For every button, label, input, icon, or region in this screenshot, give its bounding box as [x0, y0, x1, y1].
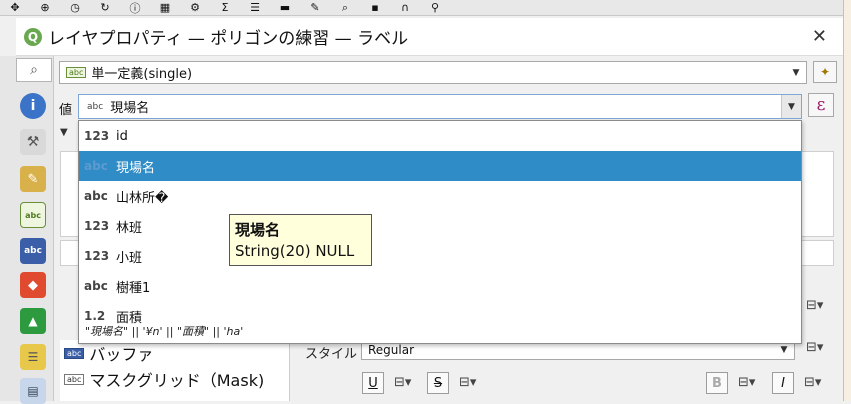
list-item[interactable]: abc 樹種1: [79, 271, 801, 301]
strikeout-button[interactable]: S: [427, 372, 449, 394]
chevron-down-icon: ▼: [792, 67, 800, 78]
value-label: 値: [59, 103, 73, 118]
qgis-logo-icon: Q: [24, 27, 42, 46]
list-item[interactable]: abc 現場名: [79, 151, 801, 181]
field-type-badge: abc: [87, 101, 104, 112]
refresh-icon[interactable]: ↻: [96, 1, 114, 15]
mask-icon: abc: [64, 373, 85, 385]
search-icon[interactable]: ⌕: [336, 1, 354, 15]
search-icon: ⌕: [30, 62, 38, 78]
field-type-label: 123: [84, 129, 110, 143]
list-item[interactable]: 123 林班: [79, 211, 801, 241]
field-name: 山林所�: [116, 190, 169, 206]
field-type-label: 123: [84, 249, 110, 263]
expression-list-item[interactable]: "現場名" || '¥n' || "面積" || 'ha': [79, 319, 801, 343]
sidebar-search[interactable]: ⌕: [16, 58, 52, 82]
labels-mode-combo[interactable]: abc 単一定義(single) ▼: [59, 61, 807, 84]
data-defined-override-icon[interactable]: ⊟▾: [394, 375, 411, 390]
field-type-label: abc: [84, 189, 108, 203]
main-toolbar: ✥ ⊕ ◷ ↻ ⓘ ▦ ⚙ Σ ☰ ▬ ✎ ⌕ ▪ ∩ ⚲: [0, 0, 851, 16]
symbol-settings-button[interactable]: ✦: [813, 61, 837, 83]
field-type-label: 123: [84, 219, 110, 233]
style-label: スタイル: [305, 347, 358, 362]
label-field-combo[interactable]: abc 現場名 ▼: [78, 94, 802, 119]
node-icon[interactable]: ⚲: [426, 1, 444, 15]
magnet-icon[interactable]: ∩: [396, 1, 414, 15]
buffer-icon: abc: [64, 347, 85, 359]
list-item-label: バッファ: [89, 345, 154, 364]
underline-button[interactable]: U: [362, 372, 384, 394]
field-type-label: abc: [84, 159, 108, 173]
collapse-triangle-icon[interactable]: ▼: [60, 127, 68, 138]
list-item[interactable]: 123 id: [79, 121, 801, 151]
data-defined-override-icon[interactable]: ⊟▾: [804, 375, 821, 390]
italic-button[interactable]: I: [772, 372, 794, 394]
identify-icon[interactable]: ⓘ: [126, 1, 144, 15]
labels-mode-value: 単一定義(single): [91, 67, 193, 82]
labels-mode-badge: abc: [66, 67, 87, 78]
tooltip-field-name: 現場名: [235, 221, 281, 239]
sigma-icon[interactable]: Σ: [216, 1, 234, 15]
data-defined-override-icon[interactable]: ⊟▾: [806, 298, 823, 313]
field-name: 小班: [116, 250, 143, 266]
diagrams-icon[interactable]: ▲: [20, 308, 46, 334]
annotation-icon[interactable]: ✎: [306, 1, 324, 15]
label-settings-list: abc バッファ abc マスクグリッド（Mask): [60, 340, 290, 401]
list-item[interactable]: abc マスクグリッド（Mask): [60, 366, 289, 392]
attribute-table-icon[interactable]: ☰: [246, 1, 264, 15]
data-defined-override-icon[interactable]: ⊟▾: [806, 340, 823, 355]
attributes-form-icon[interactable]: ▤: [20, 378, 46, 404]
list-item-label: マスクグリッド（Mask): [89, 371, 265, 390]
labels-icon[interactable]: abc: [20, 202, 46, 228]
field-name: 林班: [116, 220, 143, 236]
clock-icon[interactable]: ◷: [66, 1, 84, 15]
masks-icon[interactable]: abc: [20, 238, 46, 264]
gear-icon[interactable]: ⚙: [186, 1, 204, 15]
field-type-label: abc: [84, 279, 108, 293]
bold-button[interactable]: B: [706, 372, 728, 394]
save-icon[interactable]: ▪: [366, 1, 384, 15]
data-defined-override-icon[interactable]: ⊟▾: [738, 375, 755, 390]
style-manager-icon: ✦: [819, 65, 831, 79]
field-name: 樹種1: [116, 280, 151, 296]
table-icon[interactable]: ▦: [156, 1, 174, 15]
field-name: 現場名: [116, 160, 156, 176]
expression-button[interactable]: ε: [808, 93, 834, 117]
list-item[interactable]: abc 山林所�: [79, 181, 801, 211]
fields-icon[interactable]: ☰: [20, 344, 46, 370]
field-tooltip: 現場名 String(20) NULL: [229, 214, 372, 266]
measure-icon[interactable]: ▬: [276, 1, 294, 15]
list-item[interactable]: 123 小班: [79, 241, 801, 271]
information-icon[interactable]: i: [20, 93, 46, 119]
data-defined-override-icon[interactable]: ⊟▾: [459, 375, 476, 390]
map-canvas-edge: [843, 0, 851, 401]
close-button[interactable]: ✕: [812, 26, 827, 47]
dialog-titlebar: Q レイヤプロパティ — ポリゴンの練習 — ラベル ✕: [16, 18, 843, 56]
3d-view-icon[interactable]: ◆: [20, 272, 46, 298]
dialog-title: レイヤプロパティ — ポリゴンの練習 — ラベル: [48, 29, 409, 49]
chevron-down-icon: ▼: [781, 95, 801, 118]
source-icon[interactable]: ⚒: [20, 129, 46, 155]
field-name: id: [116, 128, 128, 144]
zoom-icon[interactable]: ⊕: [36, 1, 54, 15]
pan-icon[interactable]: ✥: [6, 1, 24, 15]
expression-icon: ε: [816, 95, 826, 115]
label-field-value: 現場名: [110, 101, 150, 116]
tooltip-field-type: String(20) NULL: [235, 242, 355, 260]
field-dropdown-list: 123 id abc 現場名 abc 山林所� 123 林班 123 小班 ab…: [78, 120, 802, 344]
style-value: Regular: [368, 343, 415, 357]
symbology-icon[interactable]: ✎: [20, 166, 46, 192]
